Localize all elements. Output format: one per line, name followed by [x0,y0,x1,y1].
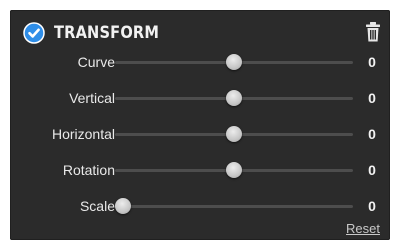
vertical-slider[interactable] [115,88,353,108]
trash-icon[interactable] [365,21,381,43]
slider-thumb[interactable] [226,54,242,70]
slider-value: 0 [368,126,376,142]
scale-slider[interactable] [115,196,353,216]
slider-row-rotation: Rotation 0 [10,152,390,188]
slider-track[interactable] [115,205,353,208]
slider-value: 0 [368,162,376,178]
slider-value: 0 [368,90,376,106]
slider-row-vertical: Vertical 0 [10,80,390,116]
slider-row-curve: Curve 0 [10,44,390,80]
reset-link[interactable]: Reset [346,221,380,236]
panel-title: TRANSFORM [54,23,160,43]
slider-label: Curve [77,54,115,70]
slider-label: Vertical [69,90,115,106]
slider-row-horizontal: Horizontal 0 [10,116,390,152]
slider-label: Rotation [62,162,115,178]
check-circle-icon[interactable] [23,22,45,44]
slider-thumb[interactable] [226,162,242,178]
horizontal-slider[interactable] [115,124,353,144]
curve-slider[interactable] [115,52,353,72]
slider-label: Scale [79,198,115,214]
slider-thumb[interactable] [115,198,131,214]
slider-thumb[interactable] [226,126,242,142]
slider-label: Horizontal [51,126,115,142]
slider-thumb[interactable] [226,90,242,106]
rotation-slider[interactable] [115,160,353,180]
slider-value: 0 [368,54,376,70]
transform-panel: TRANSFORM Curve 0 Vertical 0 Horizontal [10,10,390,240]
slider-row-scale: Scale 0 [10,188,390,224]
slider-value: 0 [368,198,376,214]
